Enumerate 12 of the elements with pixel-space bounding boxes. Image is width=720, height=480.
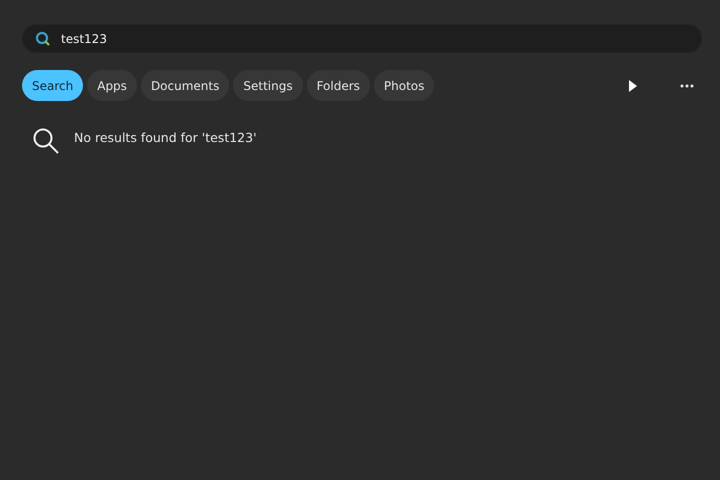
search-icon (32, 127, 60, 155)
play-icon (628, 80, 638, 92)
filter-tab[interactable]: Search (22, 70, 84, 101)
filter-tab[interactable]: Apps (87, 70, 137, 101)
more-icon (680, 84, 694, 88)
search-field[interactable]: test123 (61, 32, 261, 46)
no-results-message: No results found for 'test123' (74, 130, 257, 144)
filter-tab[interactable]: Settings (233, 70, 303, 101)
filter-tab[interactable]: Photos (374, 70, 434, 101)
search-icon (35, 30, 51, 46)
filter-tab[interactable]: Folders (306, 70, 370, 101)
filter-tab[interactable]: Documents (140, 70, 230, 101)
